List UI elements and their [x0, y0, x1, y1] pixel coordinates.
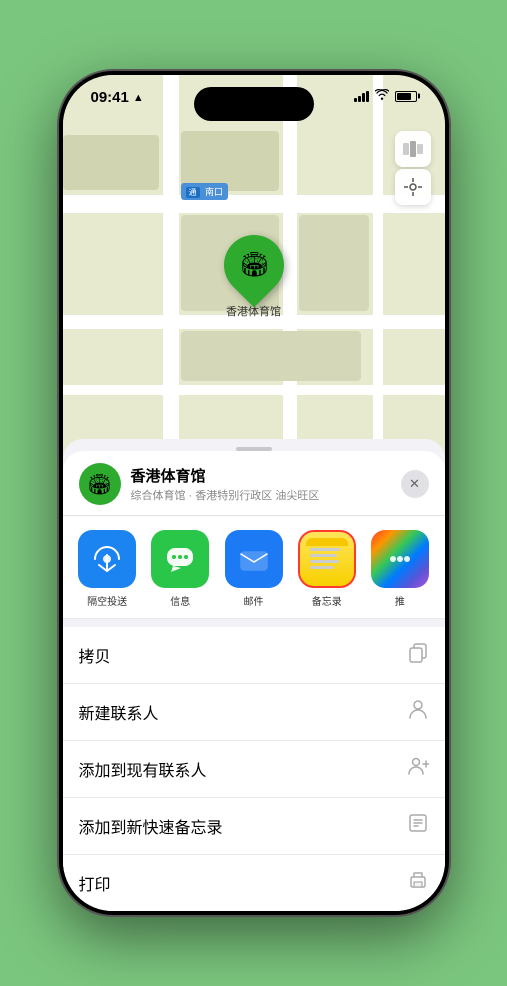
signal-icon: [354, 91, 369, 102]
notes-icon: [298, 530, 356, 588]
new-contact-label: 新建联系人: [79, 700, 159, 724]
location-button[interactable]: [395, 169, 431, 205]
status-icons: [354, 89, 417, 103]
copy-icon: [407, 641, 429, 669]
mail-label: 邮件: [244, 593, 264, 608]
share-item-mail[interactable]: 邮件: [221, 530, 286, 608]
close-icon: ✕: [409, 476, 420, 492]
share-item-notes[interactable]: 备忘录: [294, 530, 359, 608]
status-time: 09:41 ▲: [91, 89, 144, 106]
add-quick-note-label: 添加到新快速备忘录: [79, 814, 223, 838]
action-new-contact[interactable]: 新建联系人: [63, 684, 445, 741]
pin-circle: 🏟: [211, 223, 296, 308]
location-arrow-icon: ▲: [133, 92, 144, 104]
airdrop-icon: [78, 530, 136, 588]
add-existing-label: 添加到现有联系人: [79, 757, 207, 781]
share-item-more[interactable]: 推: [367, 530, 432, 608]
airdrop-label: 隔空投送: [87, 593, 127, 608]
more-label: 推: [395, 593, 405, 608]
more-icon: [371, 530, 429, 588]
pin-icon: 🏟: [238, 251, 268, 280]
phone-frame: 09:41 ▲: [59, 71, 449, 915]
map-area[interactable]: 通 南口: [63, 75, 445, 495]
person-add-icon: [407, 755, 429, 783]
print-icon: [407, 869, 429, 897]
share-item-airdrop[interactable]: 隔空投送: [75, 530, 140, 608]
action-add-existing-contact[interactable]: 添加到现有联系人: [63, 741, 445, 798]
time-label: 09:41: [91, 89, 129, 106]
action-list: 拷贝 新建联系人: [63, 627, 445, 911]
road-label: 通 南口: [181, 183, 229, 200]
battery-icon: [395, 91, 417, 102]
print-label: 打印: [79, 871, 111, 895]
location-pin: 🏟 香港体育馆: [224, 235, 284, 319]
share-item-messages[interactable]: 信息: [148, 530, 213, 608]
action-print[interactable]: 打印: [63, 855, 445, 911]
action-copy[interactable]: 拷贝: [63, 627, 445, 684]
bottom-sheet: 🏟 香港体育馆 综合体育馆 · 香港特别行政区 油尖旺区 ✕: [63, 439, 445, 911]
share-row: 隔空投送 信息: [63, 516, 445, 619]
note-icon: [407, 812, 429, 840]
person-icon: [407, 698, 429, 726]
location-info: 香港体育馆 综合体育馆 · 香港特别行政区 油尖旺区: [131, 465, 401, 503]
location-name: 香港体育馆: [131, 465, 401, 486]
messages-label: 信息: [170, 593, 190, 608]
location-icon: 🏟: [79, 463, 121, 505]
mail-icon: [225, 530, 283, 588]
copy-label: 拷贝: [79, 643, 111, 667]
messages-icon: [151, 530, 209, 588]
notes-label: 备忘录: [312, 593, 342, 608]
location-header: 🏟 香港体育馆 综合体育馆 · 香港特别行政区 油尖旺区 ✕: [63, 451, 445, 516]
wifi-icon: [375, 89, 389, 103]
map-type-button[interactable]: [395, 131, 431, 167]
map-controls: [395, 131, 431, 205]
action-add-quick-note[interactable]: 添加到新快速备忘录: [63, 798, 445, 855]
close-button[interactable]: ✕: [401, 470, 429, 498]
dynamic-island: [194, 87, 314, 121]
phone-screen: 09:41 ▲: [63, 75, 445, 911]
location-subtitle: 综合体育馆 · 香港特别行政区 油尖旺区: [131, 487, 401, 503]
